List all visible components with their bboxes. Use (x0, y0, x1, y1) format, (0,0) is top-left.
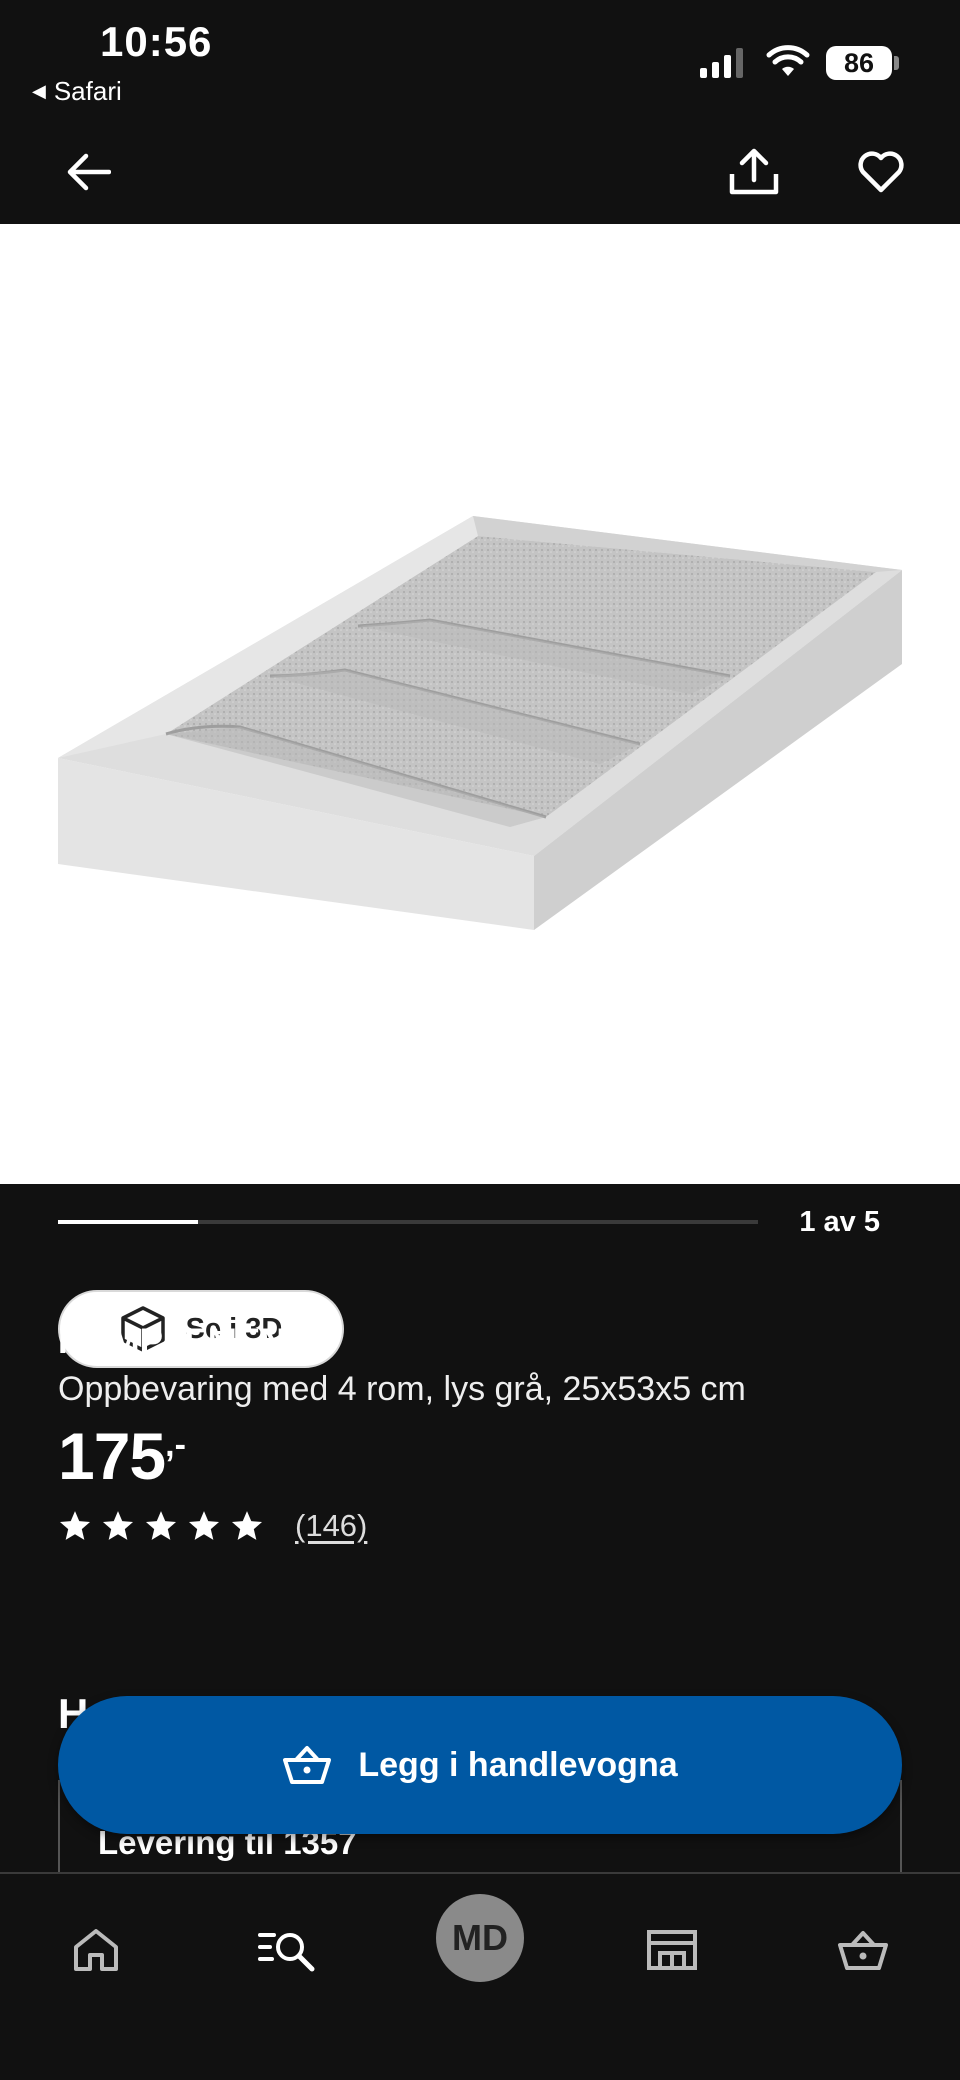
star-icon (145, 1511, 177, 1540)
profile-avatar[interactable]: MD (436, 1894, 524, 1982)
add-to-cart-button[interactable]: Legg i handlevogna (58, 1696, 902, 1834)
star-icon (102, 1511, 134, 1540)
product-name: KOMPLEMENT (58, 1322, 307, 1361)
battery-tip (894, 56, 899, 70)
cart-tab-icon[interactable] (823, 1910, 903, 1990)
product-image[interactable]: Se i 3D (0, 224, 960, 1368)
bottom-tab-bar: MD (0, 1872, 960, 2080)
product-description: Oppbevaring med 4 rom, lys grå, 25x53x5 … (58, 1370, 746, 1408)
back-to-app-link[interactable]: ◀ Safari (32, 76, 122, 107)
review-count-link[interactable]: (146) (295, 1508, 367, 1544)
drawer-tray-illustration (58, 516, 902, 930)
star-icon (231, 1511, 263, 1540)
product-price: 175 ,- (58, 1418, 186, 1494)
home-icon[interactable] (56, 1910, 136, 1990)
back-app-label: Safari (53, 76, 122, 106)
back-triangle-icon: ◀ (32, 81, 46, 101)
status-bar: 10:56 ◀ Safari 86 (0, 0, 960, 120)
battery-indicator: 86 (826, 46, 892, 80)
status-time: 10:56 (100, 18, 213, 65)
product-rating[interactable]: (146) (58, 1508, 367, 1544)
star-icon (188, 1511, 220, 1540)
price-suffix: ,- (165, 1426, 186, 1464)
heart-icon[interactable] (853, 144, 909, 200)
store-icon[interactable] (632, 1910, 712, 1990)
cellular-signal-icon (700, 46, 743, 78)
gallery-counter: 1 av 5 (799, 1206, 880, 1238)
gallery-progress-bar (58, 1220, 758, 1224)
add-to-cart-label: Legg i handlevogna (358, 1745, 678, 1784)
cart-icon (283, 1746, 332, 1784)
share-icon[interactable] (726, 144, 782, 200)
arrow-left-icon[interactable] (60, 144, 116, 200)
search-icon[interactable] (248, 1910, 328, 1990)
gallery-progress-fill (58, 1220, 198, 1224)
star-icon (59, 1511, 91, 1540)
price-value: 175 (58, 1419, 166, 1493)
top-nav-bar (0, 120, 960, 224)
wifi-icon (766, 45, 810, 76)
